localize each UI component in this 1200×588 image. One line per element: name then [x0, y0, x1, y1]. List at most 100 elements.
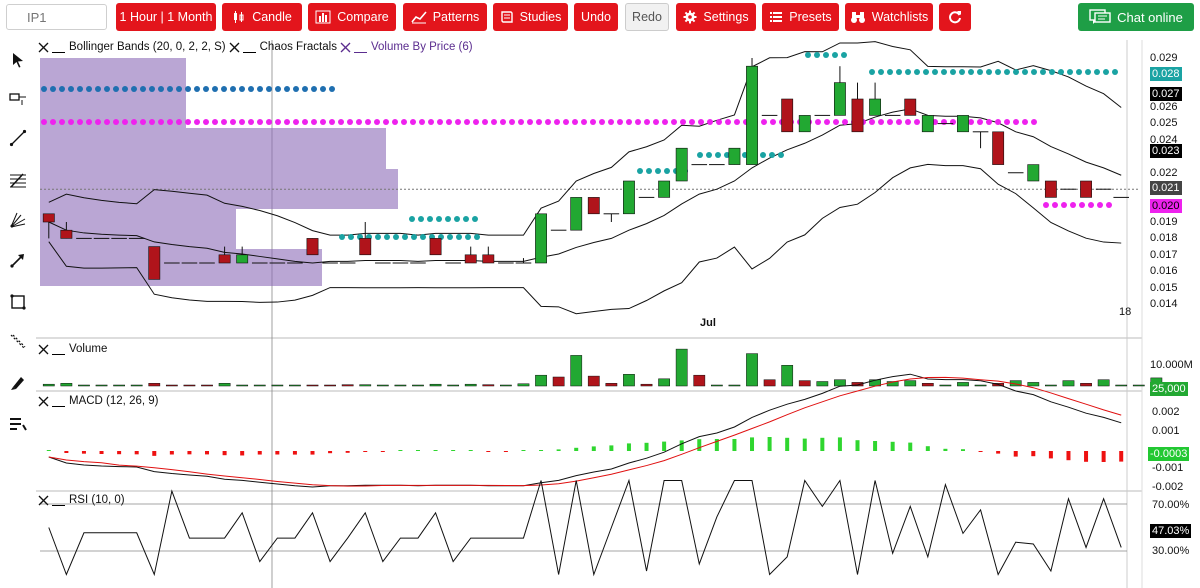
lower-fractal-dot — [455, 119, 461, 125]
lower-fractal-dot — [194, 119, 200, 125]
candle-body — [148, 246, 161, 280]
macd-tick: 0.001 — [1152, 425, 1180, 437]
macd-swatch — [52, 396, 65, 407]
volume-bar — [535, 374, 547, 387]
macd-histogram-bar — [591, 446, 596, 451]
upper-fractal-dot — [375, 234, 381, 240]
volume-bar — [1115, 384, 1128, 387]
macd-histogram-bar — [169, 451, 174, 455]
upper-fractal-dot — [914, 69, 920, 75]
volume-bar — [1132, 384, 1145, 387]
macd-histogram-bar — [345, 451, 350, 453]
lower-fractal-dot — [626, 119, 632, 125]
rsi-tick: 70.00% — [1152, 499, 1190, 511]
lower-fractal-dot — [995, 119, 1001, 125]
macd-histogram-bar — [890, 441, 895, 451]
macd-histogram-bar — [275, 451, 280, 455]
volume-bar — [693, 374, 706, 387]
upper-fractal-dot — [230, 86, 236, 92]
lower-fractal-dot — [347, 119, 353, 125]
upper-fractal-dot — [411, 234, 417, 240]
close-study-icon[interactable] — [38, 396, 49, 407]
volume-bar — [834, 379, 846, 387]
lower-fractal-dot — [275, 119, 281, 125]
lower-fractal-dot — [1052, 202, 1058, 208]
bollinger-legend-label: Bollinger Bands (20, 0, 2, 2, S) — [69, 41, 226, 53]
candle-body — [798, 115, 811, 133]
macd-histogram-bar — [1013, 451, 1018, 457]
lower-fractal-dot — [356, 119, 362, 125]
macd-histogram-bar — [644, 442, 649, 451]
macd-legend: MACD (12, 26, 9) — [38, 395, 158, 407]
volume-bar — [341, 384, 354, 387]
lower-fractal-dot — [1004, 119, 1010, 125]
macd-histogram-bar — [380, 451, 385, 452]
volume-bar — [464, 383, 477, 387]
upper-fractal-dot — [760, 152, 766, 158]
macd-histogram-bar — [187, 451, 192, 455]
macd-histogram-bar — [222, 451, 227, 456]
upper-fractal-dot — [1004, 69, 1010, 75]
macd-histogram-bar — [81, 451, 86, 454]
price-tick: 0.015 — [1150, 282, 1178, 294]
volume-bar — [447, 384, 460, 387]
lower-fractal-dot — [590, 119, 596, 125]
lower-fractal-dot — [401, 119, 407, 125]
upper-fractal-dot — [203, 86, 209, 92]
volume-bar — [78, 384, 90, 387]
close-study-icon[interactable] — [38, 42, 49, 53]
upper-fractal-dot — [778, 152, 784, 158]
lower-fractal-dot — [1043, 202, 1049, 208]
close-study-icon[interactable] — [229, 42, 240, 53]
volume-bar — [798, 380, 811, 387]
price-tick: 0.019 — [1150, 216, 1178, 228]
macd-histogram-bar — [767, 437, 772, 451]
volume-bar — [236, 384, 249, 387]
lower-fractal-dot — [824, 119, 830, 125]
upper-fractal-dot — [1040, 69, 1046, 75]
volume-bar — [60, 383, 73, 387]
close-study-icon[interactable] — [38, 495, 49, 506]
lower-fractal-dot — [77, 119, 83, 125]
upper-fractal-dot — [1022, 69, 1028, 75]
upper-fractal-dot — [86, 86, 92, 92]
lower-fractal-dot — [239, 119, 245, 125]
lower-fractal-dot — [311, 119, 317, 125]
upper-fractal-dot — [194, 86, 200, 92]
upper-fractal-dot — [905, 69, 911, 75]
price-tick: 0.025 — [1150, 117, 1178, 129]
rsi-legend: RSI (10, 0) — [38, 494, 125, 506]
volume-bar — [517, 383, 530, 387]
lower-fractal-dot — [1106, 202, 1112, 208]
lower-fractal-dot — [1022, 119, 1028, 125]
lower-fractal-dot — [662, 119, 668, 125]
upper-fractal-dot — [212, 86, 218, 92]
upper-fractal-dot — [923, 69, 929, 75]
lower-fractal-dot — [248, 119, 254, 125]
candle-body — [746, 65, 758, 165]
upper-fractal-dot — [986, 69, 992, 75]
upper-fractal-dot — [420, 234, 426, 240]
close-study-icon[interactable] — [38, 344, 49, 355]
candle-body — [42, 213, 55, 223]
lower-fractal-dot — [725, 119, 731, 125]
lower-fractal-dot — [707, 119, 713, 125]
macd-histogram-bar — [873, 441, 878, 451]
lower-fractal-dot — [608, 119, 614, 125]
chart-canvas[interactable] — [0, 0, 1200, 588]
upper-fractal-dot — [472, 216, 478, 222]
volume-bar — [1027, 382, 1040, 387]
lower-fractal-dot — [1079, 202, 1085, 208]
upper-fractal-dot — [715, 152, 721, 158]
lower-fractal-dot — [410, 119, 416, 125]
upper-fractal-dot — [932, 69, 938, 75]
upper-fractal-dot — [706, 152, 712, 158]
volume-bar — [746, 353, 758, 387]
lower-fractal-dot — [914, 119, 920, 125]
upper-fractal-dot — [465, 234, 471, 240]
volume-bar — [95, 384, 108, 387]
macd-histogram-bar — [152, 451, 157, 456]
close-study-icon[interactable] — [340, 42, 351, 53]
lower-fractal-dot — [203, 119, 209, 125]
lower-fractal-dot — [320, 119, 326, 125]
